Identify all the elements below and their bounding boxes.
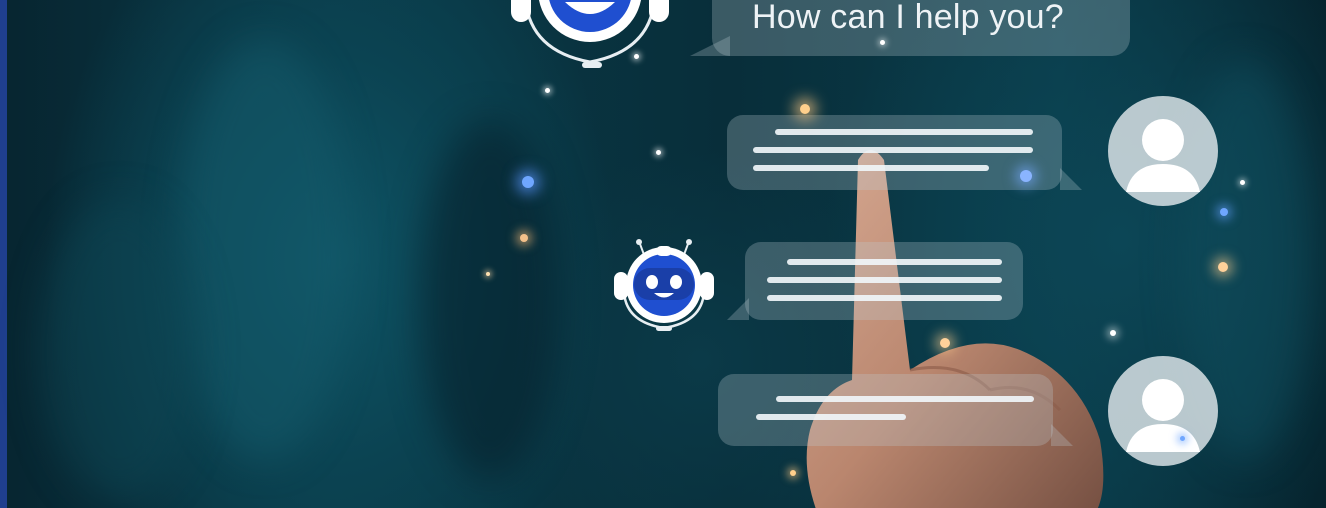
chatbot-scene: How can I help you? xyxy=(0,0,1326,508)
message-line xyxy=(767,277,1002,283)
shirt-fold xyxy=(180,40,350,460)
bubble-tail xyxy=(1051,424,1073,446)
robot-icon xyxy=(614,239,714,331)
bubble-tail xyxy=(1060,168,1082,190)
robot-icon xyxy=(511,0,669,68)
greeting-text: How can I help you? xyxy=(752,0,1064,36)
message-line xyxy=(776,396,1034,402)
user-message-bubble xyxy=(727,115,1062,190)
bubble-tail xyxy=(727,298,749,320)
user-avatar xyxy=(1108,96,1218,206)
bokeh-light xyxy=(1020,170,1032,182)
bokeh-light xyxy=(545,88,550,93)
bokeh-light xyxy=(1240,180,1245,185)
user-icon xyxy=(1126,119,1200,192)
user-message-bubble xyxy=(718,374,1053,446)
message-line xyxy=(753,147,1033,153)
bokeh-light xyxy=(1220,208,1228,216)
bokeh-light xyxy=(634,54,639,59)
edge-bar xyxy=(0,0,7,508)
bokeh-light xyxy=(880,40,885,45)
bokeh-light xyxy=(522,176,534,188)
shirt-fold xyxy=(40,200,200,500)
bokeh-light xyxy=(520,234,528,242)
bokeh-light xyxy=(1110,330,1116,336)
shirt-fold xyxy=(420,120,560,480)
bokeh-light xyxy=(790,470,796,476)
bokeh-light xyxy=(800,104,810,114)
bokeh-light xyxy=(656,150,661,155)
message-line xyxy=(767,295,1002,301)
message-line xyxy=(787,259,1002,265)
bokeh-light xyxy=(1218,262,1228,272)
user-icon xyxy=(1126,379,1200,452)
bokeh-light xyxy=(940,338,950,348)
message-line xyxy=(756,414,906,420)
bokeh-light xyxy=(1180,436,1185,441)
bokeh-light xyxy=(486,272,490,276)
message-line xyxy=(753,165,989,171)
bot-message-bubble xyxy=(745,242,1023,320)
message-line xyxy=(775,129,1033,135)
bubble-tail xyxy=(690,36,730,56)
user-avatar xyxy=(1108,356,1218,466)
